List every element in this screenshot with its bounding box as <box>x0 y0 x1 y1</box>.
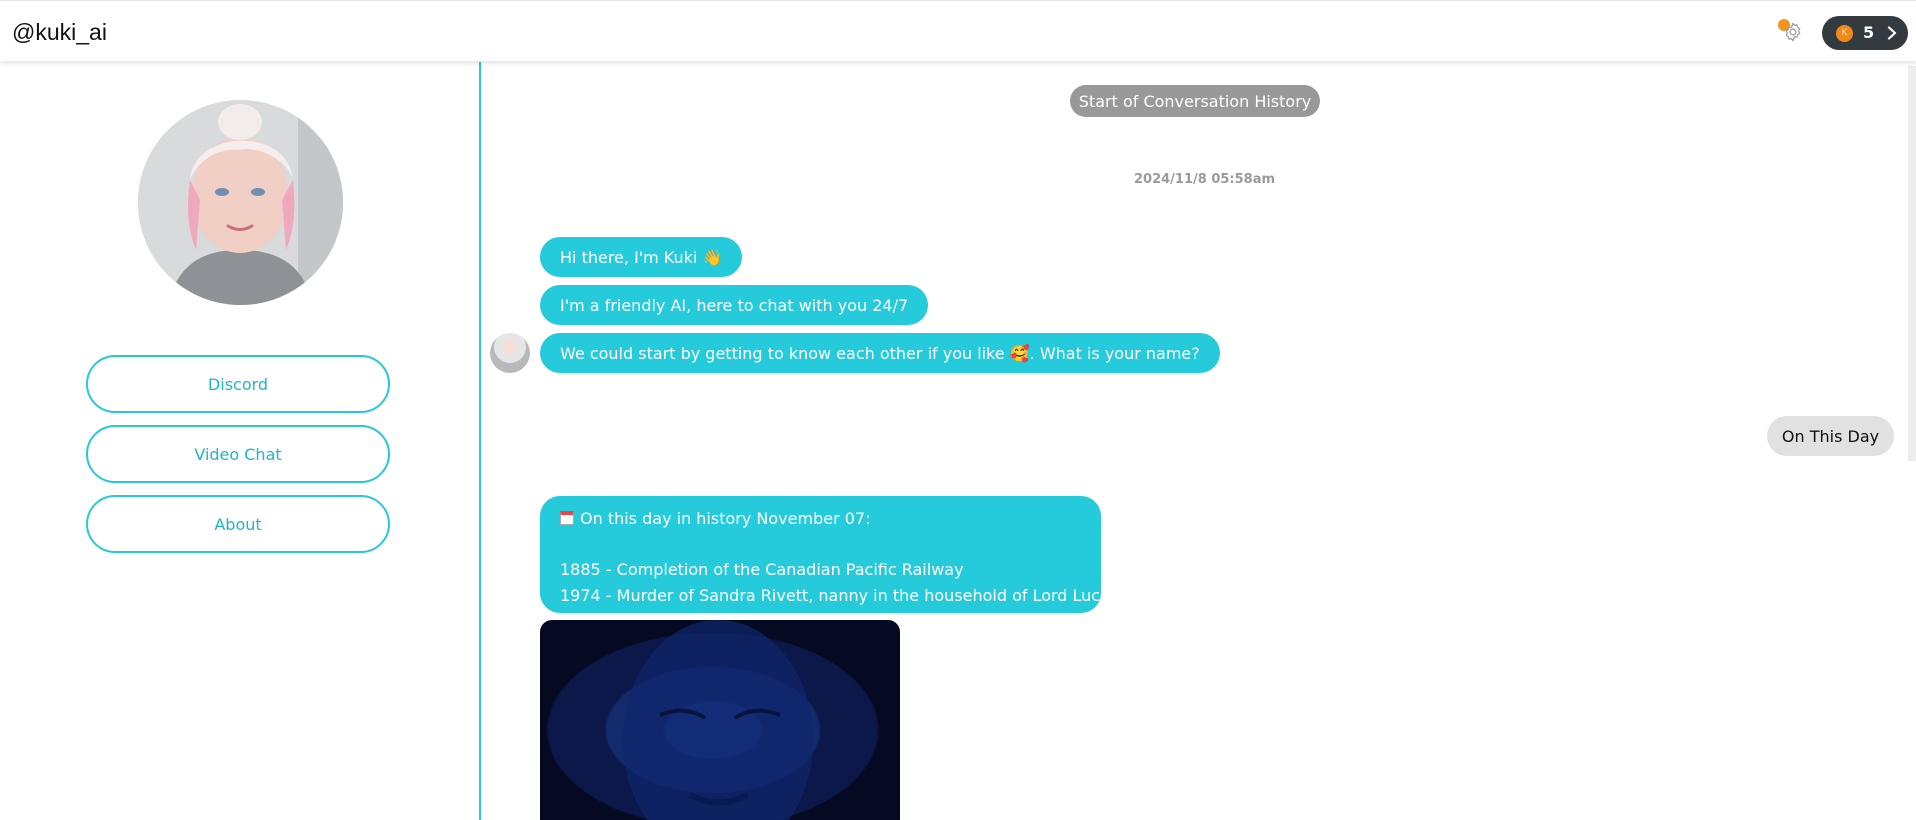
kuki-avatar-large <box>138 100 343 305</box>
on-this-day-card: On this day in history November 07: 1885… <box>540 496 1121 613</box>
calendar-icon <box>560 511 574 525</box>
message-timestamp: 2024/11/8 05:58am <box>1134 172 1276 187</box>
bot-message: I'm a friendly AI, here to chat with you… <box>540 285 929 325</box>
history-event: 1885 - Completion of the Canadian Pacifi… <box>560 560 964 579</box>
chat-scrollbar[interactable] <box>1908 66 1916 461</box>
kuki-avatar-small <box>490 333 530 373</box>
bot-handle: @kuki_ai <box>12 19 107 45</box>
settings-button[interactable] <box>1778 17 1808 47</box>
bot-message: Hi there, I'm Kuki 👋 <box>540 237 743 277</box>
conversation-history-start-label: Start of Conversation History <box>1070 85 1320 117</box>
gear-icon <box>1785 22 1801 42</box>
chevron-right-icon <box>1887 26 1897 40</box>
user-message: On This Day <box>1767 416 1894 456</box>
video-chat-button[interactable]: Video Chat <box>86 425 390 483</box>
coin-balance-button[interactable]: K 5 <box>1822 16 1908 50</box>
top-bar: @kuki_ai K 5 <box>0 0 1916 61</box>
bot-message: We could start by getting to know each o… <box>540 333 1220 373</box>
history-event: 1974 - Murder of Sandra Rivett, nanny in… <box>560 585 1121 605</box>
coin-icon: K <box>1836 25 1853 42</box>
discord-button[interactable]: Discord <box>86 355 390 413</box>
on-this-day-heading: On this day in history November 07: <box>580 509 871 528</box>
avatar-portrait <box>138 100 343 305</box>
about-button[interactable]: About <box>86 495 390 553</box>
face-image <box>623 620 813 820</box>
history-video-thumbnail[interactable] <box>540 620 900 820</box>
coin-count: 5 <box>1863 23 1875 42</box>
